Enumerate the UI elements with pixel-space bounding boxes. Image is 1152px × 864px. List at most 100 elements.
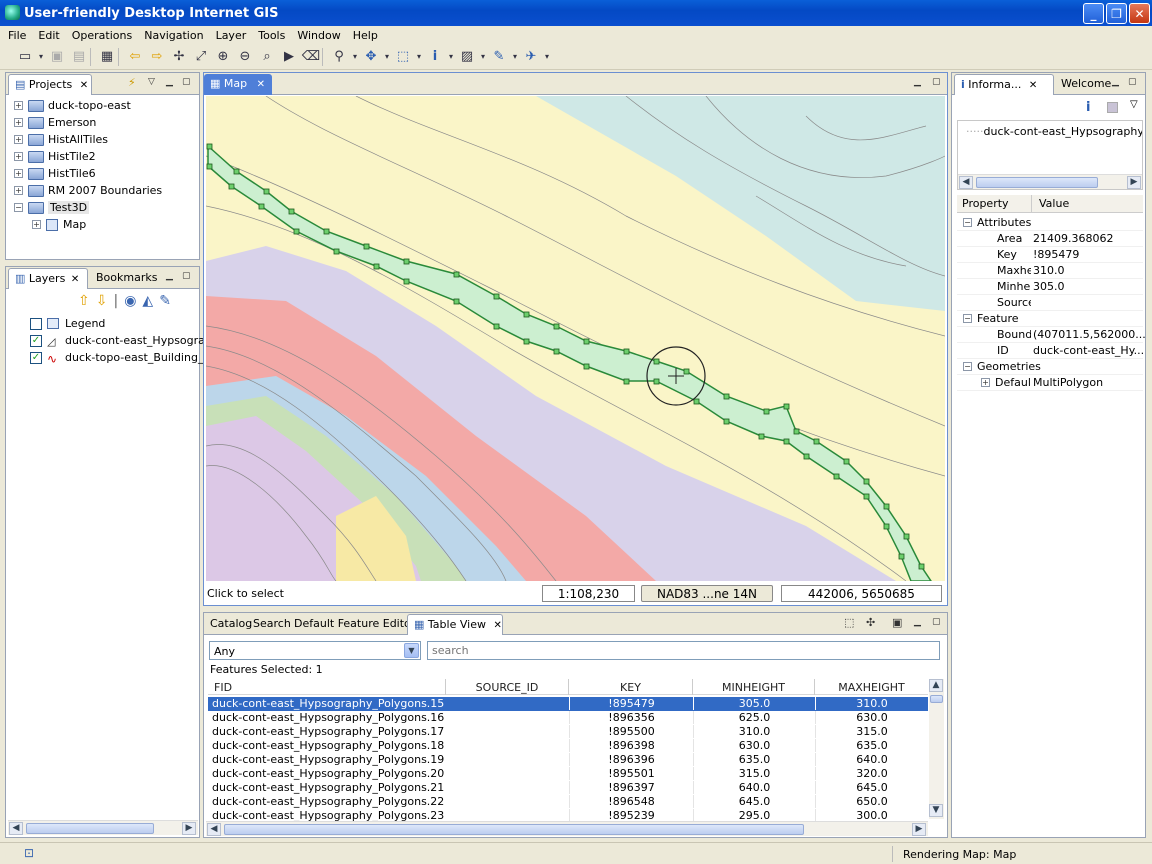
chevron-down-icon[interactable]: ▾: [478, 47, 488, 67]
close-icon[interactable]: ✕: [80, 80, 88, 91]
column-header-minheight[interactable]: MINHEIGHT: [693, 679, 815, 695]
minimize-button[interactable]: _: [1083, 3, 1104, 24]
property-row[interactable]: − Attributes: [957, 215, 1143, 231]
table-row[interactable]: duck-cont-east_Hypsography_Polygons.22 !8…: [208, 795, 928, 809]
project-item[interactable]: + HistTile6: [14, 165, 162, 182]
maximize-button[interactable]: ❐: [1106, 3, 1127, 24]
tab-map[interactable]: ▦ Map ✕: [204, 74, 272, 95]
chevron-down-icon[interactable]: ▾: [510, 47, 520, 67]
project-item[interactable]: + duck-topo-east: [14, 97, 162, 114]
menu-edit[interactable]: Edit: [32, 29, 65, 42]
scroll-right-icon[interactable]: ▶: [182, 822, 196, 835]
close-icon[interactable]: ✕: [1029, 80, 1037, 91]
scale-field[interactable]: 1:108,230: [542, 585, 635, 602]
menu-layer[interactable]: Layer: [210, 29, 253, 42]
promote-selection-icon[interactable]: ✣: [866, 617, 876, 628]
zoom-box-icon[interactable]: ⌕: [256, 47, 278, 67]
select-icon[interactable]: ⬚: [392, 47, 414, 67]
close-icon[interactable]: ✕: [493, 620, 501, 631]
property-row[interactable]: Maxhe 310.0: [957, 263, 1143, 279]
tab-information[interactable]: i Informa... ✕: [954, 74, 1054, 95]
minimize-view-icon[interactable]: ▁: [1112, 78, 1122, 87]
layer-item-building-lines[interactable]: ✓ ∿ duck-topo-east_Building_lin: [30, 349, 217, 366]
move-icon[interactable]: ✥: [360, 47, 382, 67]
project-item[interactable]: + Emerson: [14, 114, 162, 131]
link-icon[interactable]: ⚡: [128, 77, 138, 88]
table-row[interactable]: duck-cont-east_Hypsography_Polygons.18 !8…: [208, 739, 928, 753]
feature-hscrollbar[interactable]: ◀ ▶: [958, 174, 1142, 189]
info-icon[interactable]: i: [424, 47, 446, 67]
feature-list-item[interactable]: ·····duck-cont-east_Hypsography_Pol: [966, 125, 1142, 138]
close-icon[interactable]: ✕: [71, 274, 79, 285]
collapse-icon[interactable]: −: [963, 218, 972, 227]
column-header-fid[interactable]: FID: [208, 679, 446, 695]
filter-select[interactable]: Any ▼: [209, 641, 421, 660]
collapse-icon[interactable]: −: [963, 362, 972, 371]
chevron-down-icon[interactable]: ▾: [446, 47, 456, 67]
view-menu-icon[interactable]: ▽: [1130, 99, 1138, 110]
menu-help[interactable]: Help: [347, 29, 384, 42]
export-icon[interactable]: ▣: [892, 617, 902, 628]
menu-window[interactable]: Window: [291, 29, 346, 42]
chevron-down-icon[interactable]: ▾: [542, 47, 552, 67]
property-row[interactable]: Key !895479: [957, 247, 1143, 263]
column-header-source-id[interactable]: SOURCE_ID: [446, 679, 569, 695]
table-vscrollbar[interactable]: ▲ ▼: [929, 679, 944, 819]
layer-checkbox[interactable]: ✓: [30, 334, 42, 347]
magnify-icon[interactable]: ⚲: [328, 47, 350, 67]
layer-checkbox[interactable]: [30, 317, 42, 330]
chevron-down-icon[interactable]: ▼: [404, 643, 419, 658]
property-row[interactable]: Minhei 305.0: [957, 279, 1143, 295]
view-menu-icon[interactable]: ▽: [148, 78, 158, 87]
close-button[interactable]: ✕: [1129, 3, 1150, 24]
scroll-left-icon[interactable]: ◀: [9, 822, 23, 835]
forward-icon[interactable]: ⇨: [146, 47, 168, 67]
table-row[interactable]: duck-cont-east_Hypsography_Polygons.21 !8…: [208, 781, 928, 795]
menu-tools[interactable]: Tools: [252, 29, 291, 42]
scroll-up-icon[interactable]: ▲: [929, 679, 943, 692]
close-icon[interactable]: ✕: [257, 79, 265, 90]
menu-navigation[interactable]: Navigation: [138, 29, 209, 42]
menu-operations[interactable]: Operations: [66, 29, 138, 42]
chevron-down-icon[interactable]: ▾: [382, 47, 392, 67]
scroll-left-icon[interactable]: ◀: [959, 176, 973, 189]
maximize-view-icon[interactable]: ▢: [1128, 78, 1138, 87]
project-child-item[interactable]: + Map: [14, 216, 162, 233]
edit-geometry-icon[interactable]: ✎: [488, 47, 510, 67]
scroll-thumb[interactable]: [224, 824, 804, 835]
maximize-view-icon[interactable]: ▢: [182, 272, 192, 281]
chevron-down-icon[interactable]: ▾: [350, 47, 360, 67]
save-icon[interactable]: ▣: [46, 47, 68, 67]
tab-table-view[interactable]: ▦ Table View ✕: [407, 614, 503, 635]
property-row[interactable]: Bounds(407011.5,562000...: [957, 327, 1146, 343]
fast-view-icon[interactable]: ⊡: [24, 846, 34, 860]
column-header-key[interactable]: KEY: [569, 679, 693, 695]
back-icon[interactable]: ⇦: [124, 47, 146, 67]
table-row[interactable]: duck-cont-east_Hypsography_Polygons.19 !8…: [208, 753, 928, 767]
table-row[interactable]: duck-cont-east_Hypsography_Polygons.20 !8…: [208, 767, 928, 781]
tab-projects[interactable]: ▤ Projects ✕: [8, 74, 92, 95]
move-down-icon[interactable]: ⇩: [96, 293, 108, 309]
project-item[interactable]: + HistTile2: [14, 148, 162, 165]
zoom-extent-icon[interactable]: ✢: [168, 47, 190, 67]
property-row[interactable]: Source: [957, 295, 1143, 311]
scroll-right-icon[interactable]: ▶: [1127, 176, 1141, 189]
zoom-in-icon[interactable]: ⊕: [212, 47, 234, 67]
zoom-out-icon[interactable]: ⊖: [234, 47, 256, 67]
minimize-view-icon[interactable]: ▁: [166, 272, 176, 281]
property-column-header[interactable]: Property: [962, 197, 1009, 210]
table-hscrollbar[interactable]: ◀ ▶: [206, 821, 928, 836]
project-item[interactable]: − Test3D: [14, 199, 162, 216]
layer-checkbox[interactable]: ✓: [30, 351, 42, 364]
property-row[interactable]: Area 21409.368062: [957, 231, 1143, 247]
table-row[interactable]: duck-cont-east_Hypsography_Polygons.16 !8…: [208, 711, 928, 725]
scroll-thumb[interactable]: [976, 177, 1098, 188]
move-up-icon[interactable]: ⇧: [78, 293, 90, 309]
scroll-right-icon[interactable]: ▶: [912, 823, 926, 836]
chevron-down-icon[interactable]: ▾: [36, 47, 46, 67]
collapse-icon[interactable]: −: [963, 314, 972, 323]
tools-icon[interactable]: ✈: [520, 47, 542, 67]
crs-button[interactable]: NAD83 ...ne 14N: [641, 585, 773, 602]
pan-next-icon[interactable]: ▶: [278, 47, 300, 67]
map-canvas[interactable]: [206, 96, 945, 581]
